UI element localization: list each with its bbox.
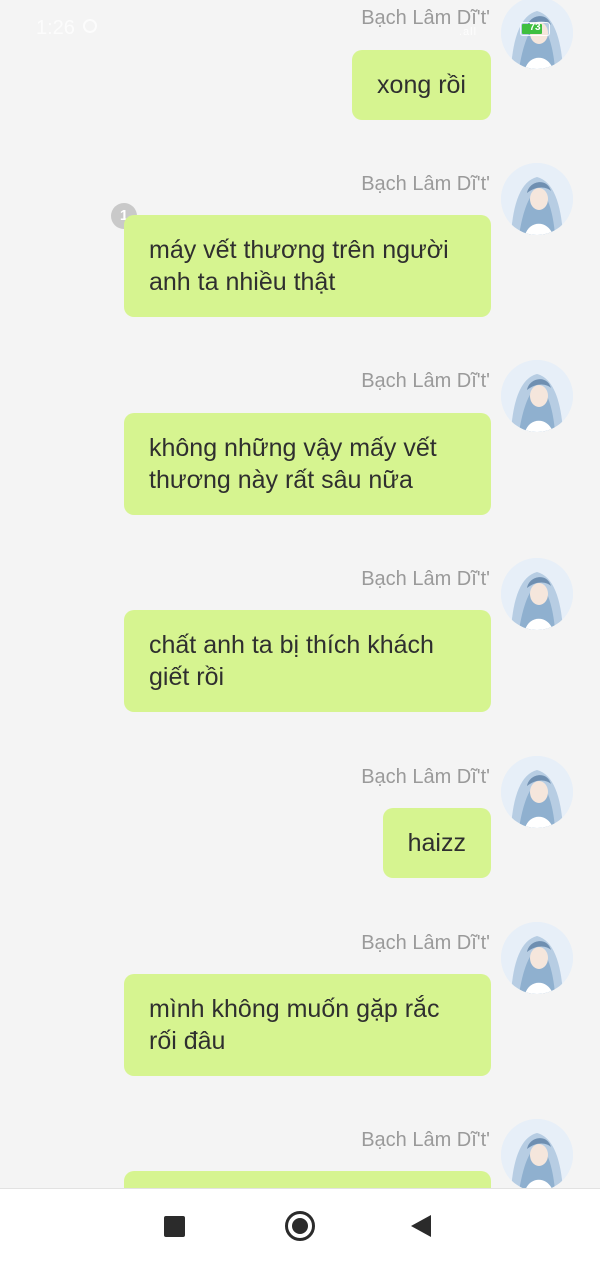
avatar[interactable] xyxy=(501,163,573,235)
avatar[interactable] xyxy=(501,558,573,630)
sender-name: Bạch Lâm Dĩ't' xyxy=(361,932,490,954)
avatar[interactable] xyxy=(501,756,573,828)
sender-name: Bạch Lâm Dĩ't' xyxy=(361,7,490,29)
chat-message-list[interactable]: Bạch Lâm Dĩ't' xong rồi Bạch Lâm Dĩ't' 1… xyxy=(0,0,600,1188)
sender-name: Bạch Lâm Dĩ't' xyxy=(361,766,490,788)
circle-home-icon[interactable] xyxy=(285,1211,315,1241)
message-bubble[interactable]: không những vậy mấy vết thương này rất s… xyxy=(124,413,491,515)
navigation-bar xyxy=(0,1188,600,1267)
message-bubble[interactable]: haizz xyxy=(382,808,491,878)
message-bubble[interactable]: máy vết thương trên người anh ta nhiều t… xyxy=(124,215,491,317)
sender-name: Bạch Lâm Dĩ't' xyxy=(361,568,490,590)
sender-name: Bạch Lâm Dĩ't' xyxy=(361,370,490,392)
message-bubble[interactable]: chất anh ta bị thích khách giết rồi xyxy=(124,610,491,712)
message-bubble[interactable]: xong rồi xyxy=(352,50,491,120)
square-icon[interactable] xyxy=(164,1216,185,1237)
avatar[interactable] xyxy=(501,360,573,432)
sender-name: Bạch Lâm Dĩ't' xyxy=(361,1129,490,1151)
avatar[interactable] xyxy=(501,1119,573,1188)
message-bubble[interactable] xyxy=(124,1171,491,1188)
sender-name: Bạch Lâm Dĩ't' xyxy=(361,173,490,195)
triangle-back-icon[interactable] xyxy=(411,1215,431,1237)
message-bubble[interactable]: mình không muốn gặp rắc rối đâu xyxy=(124,974,491,1076)
avatar[interactable] xyxy=(501,922,573,994)
avatar[interactable] xyxy=(501,0,573,69)
